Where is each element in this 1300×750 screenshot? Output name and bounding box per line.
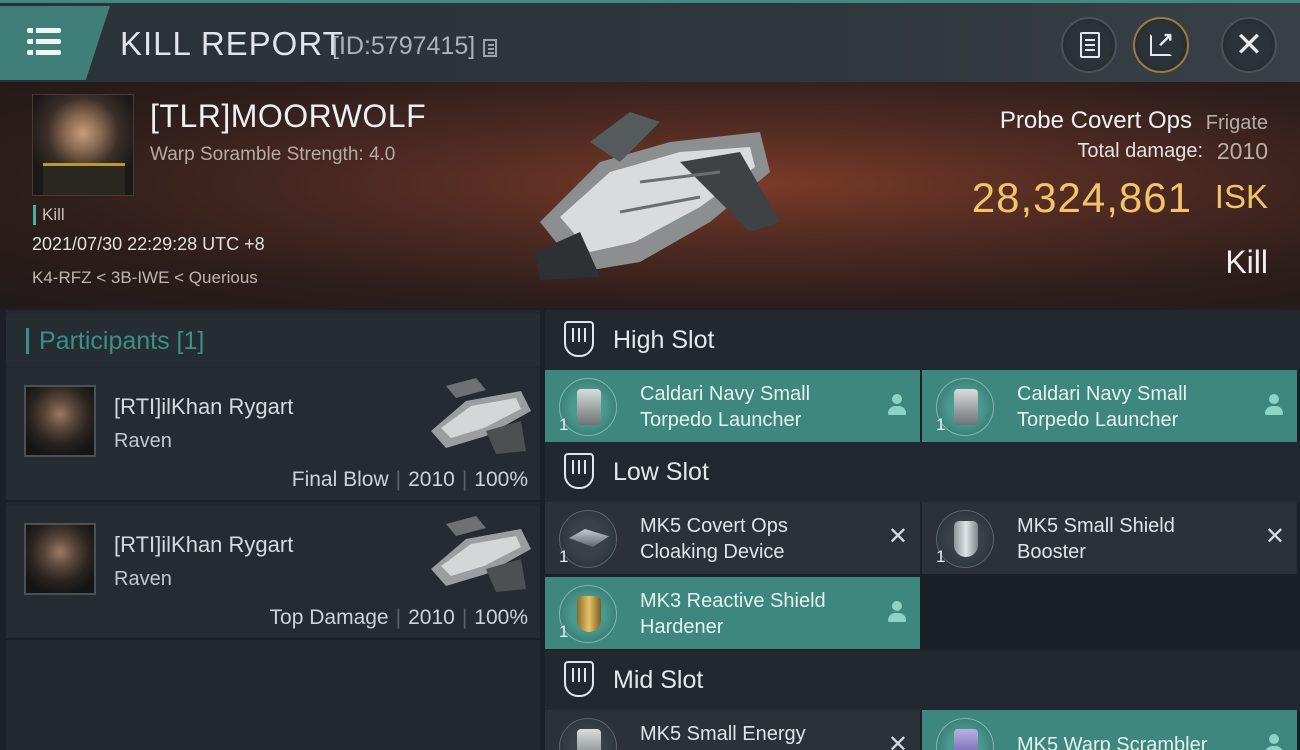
module-name: Caldari Navy Small Torpedo Launcher [640,383,811,431]
participant-role: Final Blow [291,468,389,491]
dropped-person-icon [1265,734,1283,750]
high-slot-icon [564,321,594,357]
module-quantity: 1 [559,415,569,434]
victim-name[interactable]: [TLR]MOORWOLF [150,98,426,135]
participant-ship: Raven [114,568,172,590]
total-damage-label: Total damage: [1077,140,1203,162]
victim-portrait[interactable] [32,94,134,196]
participant-ship-image [431,378,531,454]
mid-slot-title: Mid Slot [613,666,704,694]
participant-damage: 2010 [408,606,455,629]
isk-value: 28,324,861 [971,174,1192,221]
total-damage-value: 2010 [1216,138,1268,164]
module-quantity: 1 [936,547,946,566]
module-item[interactable]: 1 MK5 Small Shield Booster ✕ [922,502,1297,574]
kill-datetime: 2021/07/30 22:29:28 UTC +8 [32,234,265,254]
dropped-person-icon [888,601,906,623]
hamburger-menu-icon[interactable] [0,6,110,80]
module-name: Caldari Navy Small Torpedo Launcher [1017,383,1188,431]
title-bar: KILL REPORT [ID:5797415] ✕ [0,0,1300,82]
share-icon [1150,27,1174,56]
participant-role: Top Damage [269,606,389,629]
participant-stats: Final Blow | 2010 | 100% [291,468,528,491]
participant-portrait[interactable] [24,385,96,457]
close-icon: ✕ [1234,26,1264,64]
dropped-person-icon [888,394,906,416]
share-button[interactable] [1133,17,1189,73]
high-slot-header: High Slot [545,310,1300,370]
destroyed-x-icon: ✕ [887,731,908,750]
copy-icon[interactable] [483,39,497,57]
warp-scramble-strength: Warp Soramble Strength: 4.0 [150,144,396,165]
energy-module-icon [559,718,617,750]
participant-stats: Top Damage | 2010 | 100% [269,606,528,629]
module-item[interactable]: 1 MK3 Reactive Shield Hardener [545,577,920,649]
module-item[interactable]: 1 MK5 Warp Scrambler [922,710,1297,750]
victim-ship-class: Frigate [1205,112,1268,134]
participants-title: Participants [1] [26,328,204,354]
participant-damage: 2010 [408,468,455,491]
participant-percent: 100% [474,468,528,491]
isk-unit: ISK [1214,178,1268,215]
destroyed-x-icon: ✕ [887,523,908,550]
report-icon [1080,32,1100,58]
module-item[interactable]: 1 Caldari Navy Small Torpedo Launcher [922,370,1297,442]
victim-ship-name[interactable]: Probe Covert Ops [1000,107,1192,135]
dropped-person-icon [1265,394,1283,416]
page-title: KILL REPORT [120,25,344,62]
module-item[interactable]: 1 Caldari Navy Small Torpedo Launcher [545,370,920,442]
victim-banner: [TLR]MOORWOLF Warp Soramble Strength: 4.… [0,82,1300,308]
module-quantity: 1 [559,622,569,641]
module-quantity: 1 [936,415,946,434]
report-id: [ID:5797415] [332,32,476,60]
close-button[interactable]: ✕ [1221,17,1277,73]
high-slot-title: High Slot [613,326,715,354]
module-name: MK5 Small Shield Booster [1017,515,1175,563]
mid-slot-header: Mid Slot [545,650,1300,710]
participant-ship: Raven [114,430,172,452]
module-item[interactable]: 1 MK5 Covert Ops Cloaking Device ✕ [545,502,920,574]
module-name: MK5 Warp Scrambler [1017,734,1208,750]
participants-panel: Participants [1] [RTI]ilKhan Rygart Rave… [6,310,540,750]
module-name: MK3 Reactive Shield Hardener [640,590,826,638]
participant-name[interactable]: [RTI]ilKhan Rygart [114,532,293,558]
destroyed-x-icon: ✕ [1264,523,1285,550]
participant-portrait[interactable] [24,523,96,595]
participant-percent: 100% [474,606,528,629]
module-item[interactable]: 1 MK5 Small Energy ✕ [545,710,920,750]
low-slot-header: Low Slot [545,442,1300,502]
low-slot-title: Low Slot [613,458,709,486]
participant-ship-image [431,516,531,592]
participant-row[interactable]: [RTI]ilKhan Rygart Raven Top Damage | 2010… [6,506,540,640]
kill-location[interactable]: K4-RFZ < 3B-IWE < Querious [32,268,258,288]
kill-type: Kill [1225,244,1268,280]
participant-row[interactable]: [RTI]ilKhan Rygart Raven Final Blow | 2010… [6,368,540,502]
warp-scrambler-icon [936,718,994,750]
participants-header: Participants [1] [6,314,540,366]
participant-name[interactable]: [RTI]ilKhan Rygart [114,394,293,420]
module-name: MK5 Covert Ops Cloaking Device [640,515,788,563]
report-button[interactable] [1061,17,1117,73]
victim-ship-image [535,112,780,280]
low-slot-icon [564,453,594,489]
module-quantity: 1 [559,547,569,566]
module-name: MK5 Small Energy [640,723,806,745]
mid-slot-icon [564,661,594,697]
kill-tag: Kill [33,205,65,225]
